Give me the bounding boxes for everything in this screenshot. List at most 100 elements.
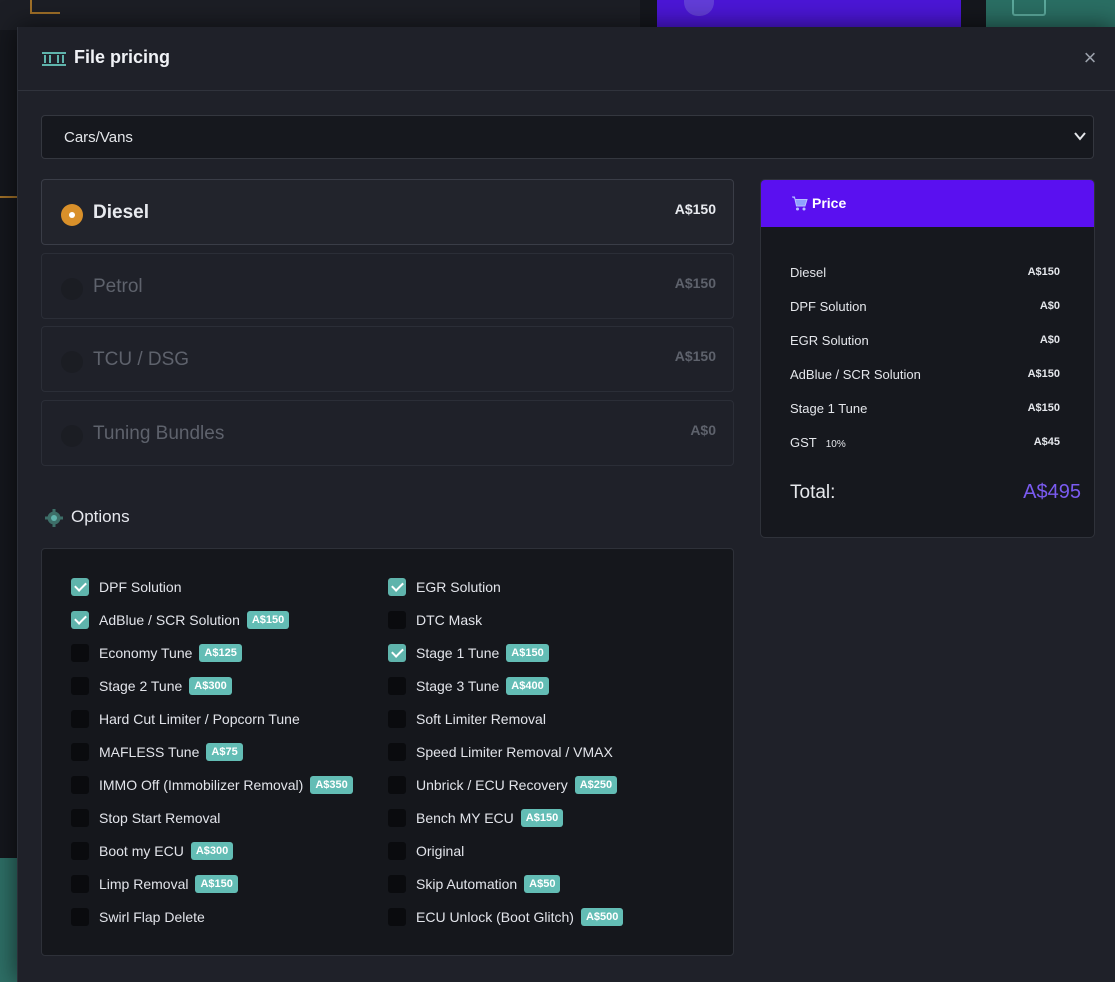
option-item[interactable]: Stage 3 Tune A$400: [388, 675, 549, 697]
option-price-badge: A$300: [189, 677, 232, 695]
pricing-icon: [41, 50, 67, 68]
option-checkbox[interactable]: [71, 776, 89, 794]
background-teal-card: [986, 0, 1115, 30]
option-checkbox[interactable]: [71, 677, 89, 695]
option-item[interactable]: Skip Automation A$50: [388, 873, 561, 895]
option-item[interactable]: Stage 1 Tune A$150: [388, 642, 549, 664]
price-row-value: A$0: [1039, 334, 1060, 346]
close-button[interactable]: ×: [1080, 47, 1100, 69]
option-item[interactable]: Stop Start Removal: [71, 807, 220, 829]
option-checkbox[interactable]: [71, 644, 89, 662]
option-label: Skip Automation: [416, 876, 518, 892]
option-item[interactable]: Limp Removal A$150: [71, 873, 238, 895]
price-row-value: A$0: [1039, 300, 1060, 312]
fuel-option-label: TCU / DSG: [93, 349, 190, 370]
option-checkbox[interactable]: [388, 578, 406, 596]
option-price-badge: A$50: [524, 875, 561, 893]
option-item[interactable]: Stage 2 Tune A$300: [71, 675, 232, 697]
option-checkbox[interactable]: [71, 710, 89, 728]
option-price-badge: A$400: [506, 677, 549, 695]
option-checkbox[interactable]: [388, 611, 406, 629]
modal-header: File pricing ×: [18, 27, 1115, 91]
option-item[interactable]: AdBlue / SCR Solution A$150: [71, 609, 290, 631]
option-item[interactable]: DTC Mask: [388, 609, 482, 631]
price-row-label-text: EGR Solution: [790, 333, 869, 348]
option-label: Stage 3 Tune: [416, 678, 500, 694]
option-item[interactable]: Boot my ECU A$300: [71, 840, 234, 862]
background-panel: [0, 0, 640, 30]
option-label: ECU Unlock (Boot Glitch): [416, 909, 574, 925]
price-row: Diesel A$150: [790, 265, 1060, 285]
price-row-label: EGR Solution: [790, 333, 869, 348]
price-row-value: A$150: [1027, 368, 1060, 380]
option-label: DPF Solution: [99, 579, 182, 595]
option-item[interactable]: EGR Solution: [388, 576, 501, 598]
tax-rate: 10%: [825, 439, 846, 450]
price-summary-panel: Price Diesel A$150 DPF Solution A$0 EGR Solu…: [760, 179, 1095, 538]
price-panel-title: Price: [812, 195, 847, 211]
option-label: Unbrick / ECU Recovery: [416, 777, 568, 793]
option-item[interactable]: Economy Tune A$125: [71, 642, 242, 664]
option-item[interactable]: Original: [388, 840, 464, 862]
radio-button[interactable]: [61, 278, 83, 300]
radio-button[interactable]: [61, 425, 83, 447]
option-checkbox[interactable]: [71, 809, 89, 827]
option-item[interactable]: ECU Unlock (Boot Glitch) A$500: [388, 906, 624, 928]
option-label: Swirl Flap Delete: [99, 909, 205, 925]
option-label: DTC Mask: [416, 612, 483, 628]
total-label: Total:: [790, 482, 836, 503]
upload-icon: [1012, 0, 1046, 16]
option-item[interactable]: Bench MY ECU A$150: [388, 807, 564, 829]
fuel-option-label: Diesel: [93, 202, 149, 223]
price-row-label: GST 10%: [790, 435, 846, 450]
option-checkbox[interactable]: [388, 875, 406, 893]
option-checkbox[interactable]: [388, 677, 406, 695]
option-checkbox[interactable]: [71, 743, 89, 761]
background-icon: [30, 0, 60, 14]
fuel-option-label: Petrol: [93, 276, 143, 297]
radio-button[interactable]: [61, 204, 83, 226]
fuel-option-petrol[interactable]: Petrol A$150: [41, 253, 734, 319]
option-item[interactable]: MAFLESS Tune A$75: [71, 741, 243, 763]
cart-icon: [791, 196, 808, 211]
option-item[interactable]: Soft Limiter Removal: [388, 708, 546, 730]
option-checkbox[interactable]: [388, 842, 406, 860]
price-row-label-text: Diesel: [790, 265, 827, 280]
price-row-label: AdBlue / SCR Solution: [790, 367, 921, 382]
option-price-badge: A$150: [506, 644, 549, 662]
option-checkbox[interactable]: [388, 776, 406, 794]
option-checkbox[interactable]: [388, 908, 406, 926]
price-row-value: A$45: [1033, 436, 1060, 448]
vehicle-category-select[interactable]: Cars/Vans: [41, 115, 1094, 159]
fuel-option-tuning-bundles[interactable]: Tuning Bundles A$0: [41, 400, 734, 466]
option-checkbox[interactable]: [71, 842, 89, 860]
option-checkbox[interactable]: [388, 644, 406, 662]
option-checkbox[interactable]: [71, 611, 89, 629]
option-checkbox[interactable]: [71, 578, 89, 596]
radio-button[interactable]: [61, 351, 83, 373]
option-label: Bench MY ECU: [416, 810, 514, 826]
option-item[interactable]: Hard Cut Limiter / Popcorn Tune: [71, 708, 300, 730]
option-label: Speed Limiter Removal / VMAX: [416, 744, 613, 760]
option-price-badge: A$350: [310, 776, 353, 794]
option-item[interactable]: Unbrick / ECU Recovery A$250: [388, 774, 618, 796]
option-checkbox[interactable]: [388, 743, 406, 761]
price-row: Stage 1 Tune A$150: [790, 401, 1060, 421]
option-item[interactable]: DPF Solution: [71, 576, 181, 598]
modal-title: File pricing: [74, 47, 171, 67]
option-checkbox[interactable]: [71, 875, 89, 893]
fuel-option-diesel[interactable]: Diesel A$150: [41, 179, 734, 245]
fuel-option-tcu-dsg[interactable]: TCU / DSG A$150: [41, 326, 734, 392]
option-checkbox[interactable]: [388, 809, 406, 827]
option-item[interactable]: IMMO Off (Immobilizer Removal) A$350: [71, 774, 353, 796]
option-item[interactable]: Speed Limiter Removal / VMAX: [388, 741, 613, 763]
price-row-value: A$150: [1027, 266, 1060, 278]
price-row-value: A$150: [1027, 402, 1060, 414]
option-checkbox[interactable]: [71, 908, 89, 926]
file-pricing-modal: File pricing × Cars/Vans Diesel A$150 Pe…: [17, 27, 1115, 982]
option-item[interactable]: Swirl Flap Delete: [71, 906, 205, 928]
option-checkbox[interactable]: [388, 710, 406, 728]
price-row: DPF Solution A$0: [790, 299, 1060, 319]
option-price-badge: A$500: [580, 908, 624, 926]
option-price-badge: A$150: [195, 875, 238, 893]
